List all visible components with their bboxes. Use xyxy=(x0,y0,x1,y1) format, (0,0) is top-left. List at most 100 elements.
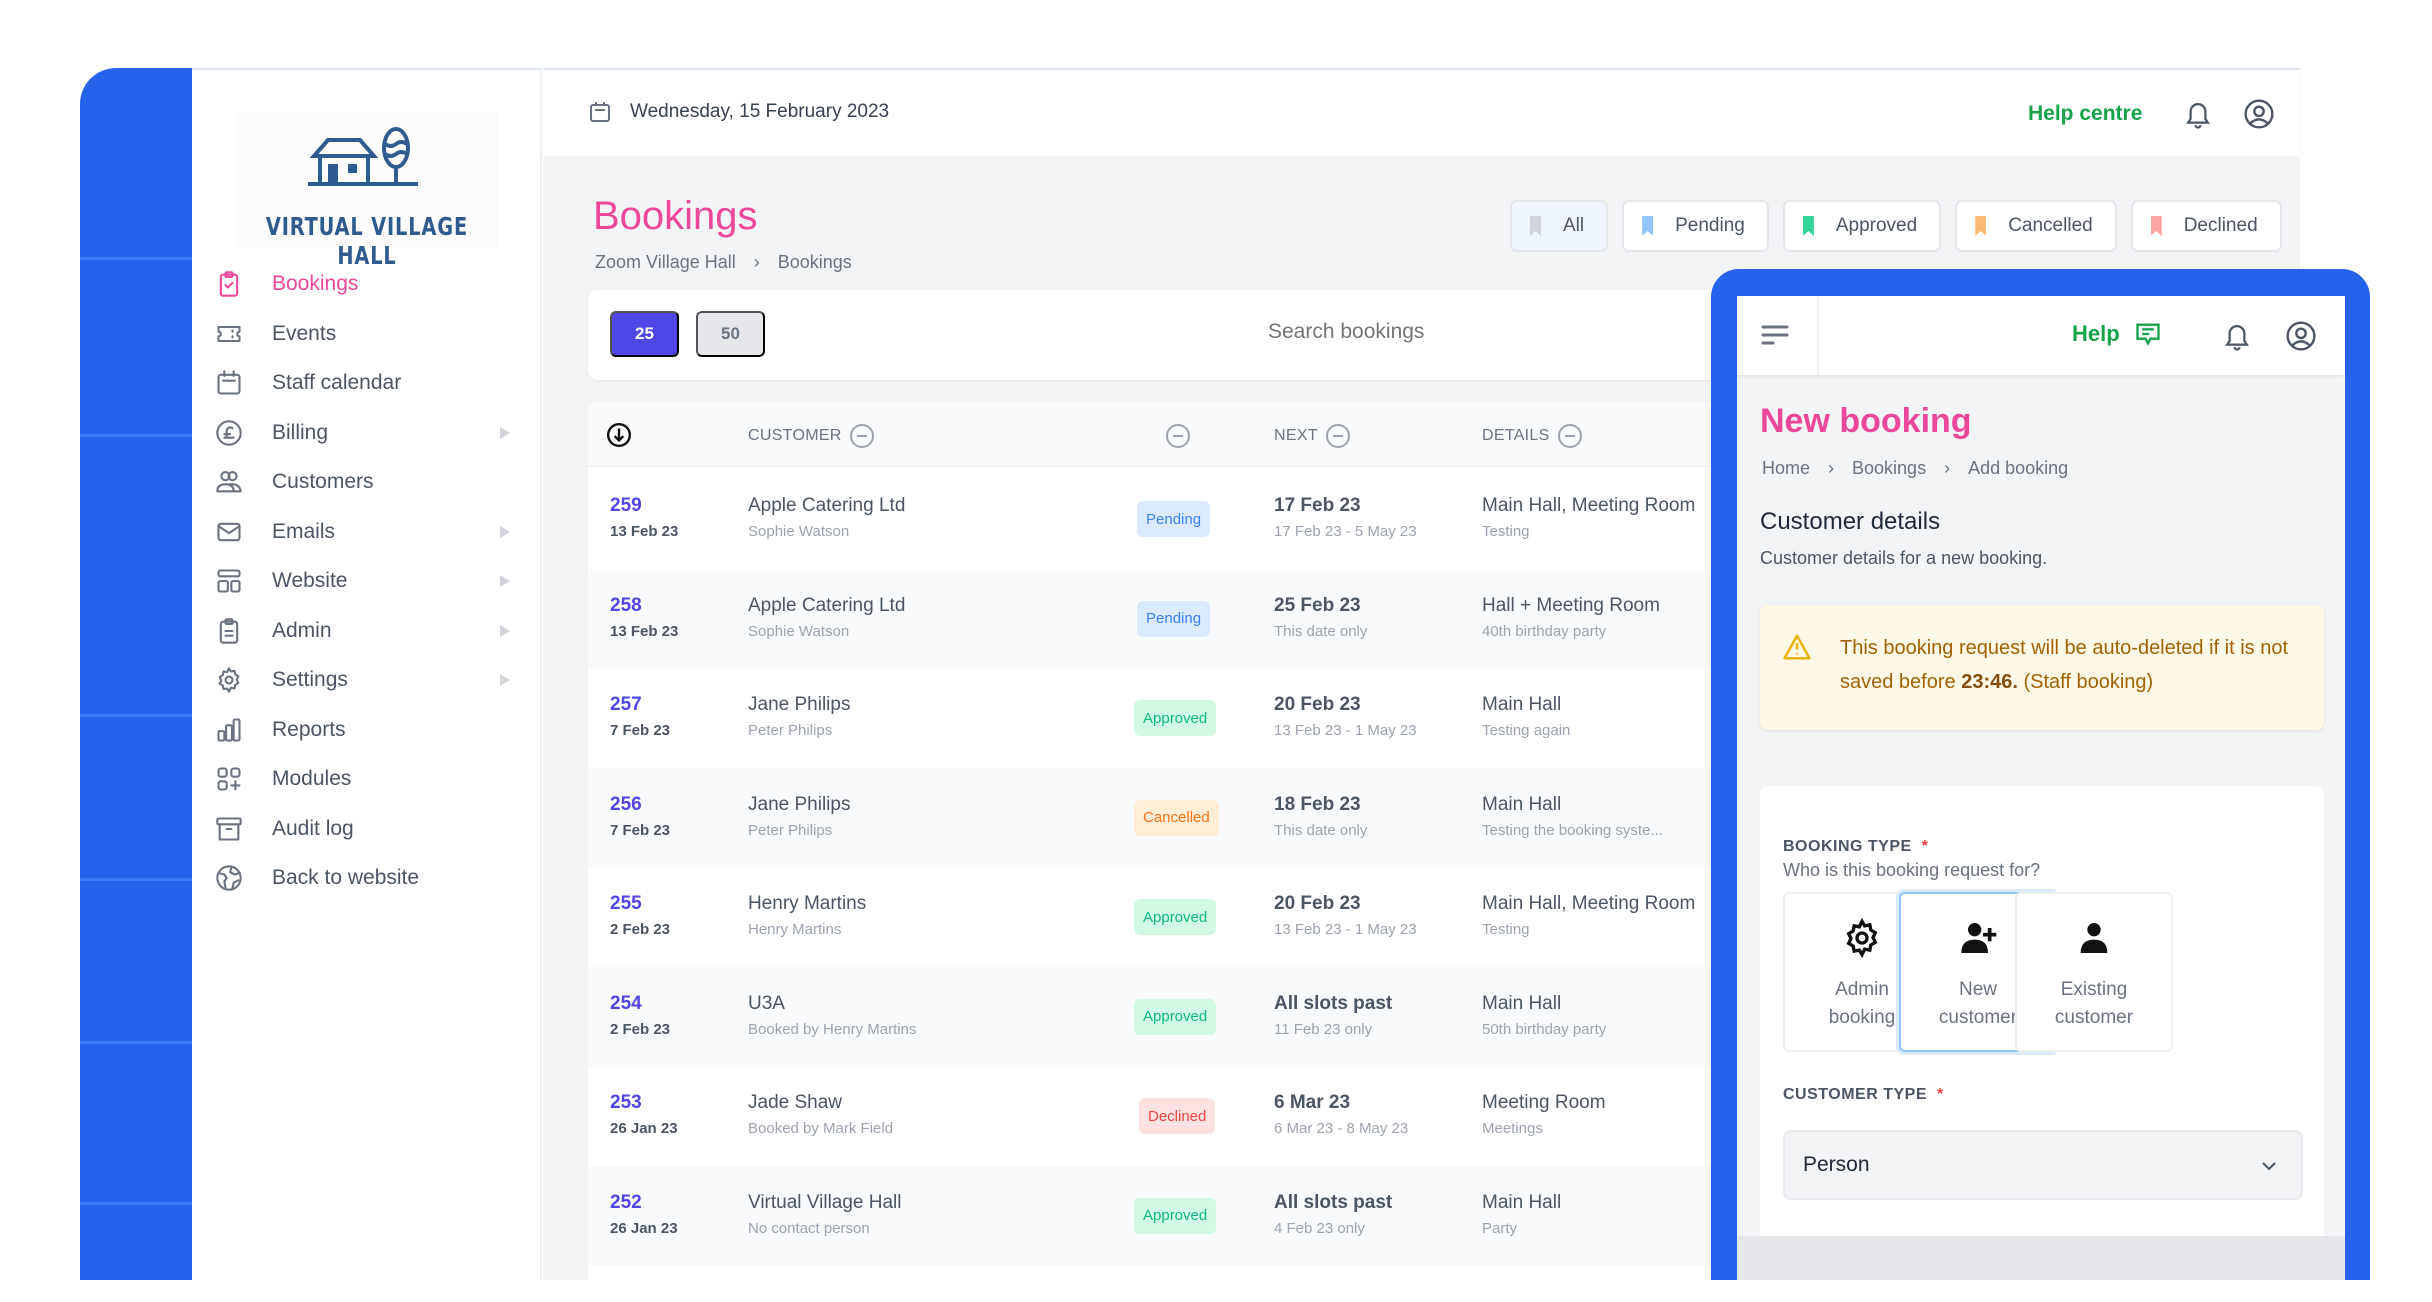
collapse-column-icon[interactable] xyxy=(1325,424,1350,448)
filter-all-button[interactable]: All xyxy=(1510,200,1609,252)
bookmark-icon xyxy=(1975,216,1987,236)
table-row[interactable]: 258 13 Feb 23 Apple Catering Ltd Sophie Wat… xyxy=(588,568,1788,669)
column-header-status[interactable] xyxy=(1166,424,1190,448)
sidebar-item-customers[interactable]: Customers xyxy=(214,461,524,503)
sidebar-item-admin[interactable]: Admin xyxy=(214,610,524,652)
status-badge: Pending xyxy=(1137,501,1211,537)
customer-type-label: CUSTOMER TYPE * xyxy=(1783,1086,1944,1103)
date-range: This date only xyxy=(1274,821,1368,839)
page-title: Bookings xyxy=(593,194,758,238)
date-range: 4 Feb 23 only xyxy=(1274,1219,1365,1237)
frame-divider xyxy=(80,434,192,437)
filter-cancelled-button[interactable]: Cancelled xyxy=(1955,200,2117,252)
breadcrumb-item[interactable]: Bookings xyxy=(1852,458,1926,479)
booking-rooms: Main Hall xyxy=(1482,793,1562,815)
bookmark-icon xyxy=(2150,216,2162,236)
search-card: 25 50 xyxy=(588,290,1788,380)
user-account-icon[interactable] xyxy=(2285,320,2317,352)
booking-id-link[interactable]: 253 xyxy=(610,1092,642,1114)
help-link[interactable]: Help xyxy=(2072,320,2162,348)
collapse-column-icon[interactable] xyxy=(1166,424,1190,448)
sidebar-item-audit-log[interactable]: Audit log xyxy=(214,808,524,850)
menu-icon[interactable] xyxy=(1761,324,1789,346)
sidebar-item-label: Bookings xyxy=(272,272,359,295)
table-row[interactable]: 257 7 Feb 23 Jane Philips Peter Philips Appr… xyxy=(588,668,1788,768)
breadcrumb: Zoom Village Hall › Bookings xyxy=(595,252,852,273)
sidebar-item-label: Billing xyxy=(272,420,329,444)
breadcrumb-item[interactable]: Zoom Village Hall xyxy=(595,252,736,273)
pound-coin-icon xyxy=(214,418,244,448)
customer-name: Jane Philips xyxy=(748,694,851,715)
next-date: 20 Feb 23 xyxy=(1274,893,1361,914)
customer-contact: Peter Philips xyxy=(748,722,833,739)
breadcrumb-separator-icon: › xyxy=(753,252,760,272)
column-header-customer[interactable]: CUSTOMER xyxy=(748,424,874,448)
filter-approved-button[interactable]: Approved xyxy=(1782,200,1942,252)
breadcrumb-item[interactable]: Bookings xyxy=(778,252,852,273)
booking-id-link[interactable]: 256 xyxy=(610,794,642,816)
clipboard-list-icon xyxy=(214,616,244,646)
customer-contact: Peter Philips xyxy=(748,821,833,839)
booking-note: Testing again xyxy=(1482,722,1571,739)
sidebar-item-emails[interactable]: Emails xyxy=(214,511,524,553)
sidebar-item-bookings[interactable]: Bookings xyxy=(214,263,524,305)
column-header-next[interactable]: NEXT xyxy=(1274,424,1350,448)
sidebar-item-settings[interactable]: Settings xyxy=(214,659,524,701)
table-header: CUSTOMER NEXT DETAILS xyxy=(588,402,1788,467)
sidebar-item-events[interactable]: Events xyxy=(214,313,524,355)
customer-type-select[interactable]: Person xyxy=(1783,1130,2303,1200)
search-bookings-input[interactable] xyxy=(1268,320,1568,344)
booking-id-link[interactable]: 259 xyxy=(610,495,642,517)
customer-name: U3A xyxy=(748,992,785,1014)
sidebar-item-reports[interactable]: Reports xyxy=(214,709,524,751)
frame-divider xyxy=(80,1202,192,1205)
table-row[interactable]: 255 2 Feb 23 Henry Martins Henry Martins App… xyxy=(588,867,1788,967)
booking-note: Testing xyxy=(1482,921,1530,938)
filter-declined-button[interactable]: Declined xyxy=(2130,200,2282,252)
date-range: 13 Feb 23 - 1 May 23 xyxy=(1274,722,1417,739)
breadcrumb-item[interactable]: Home xyxy=(1762,458,1810,479)
bell-icon[interactable] xyxy=(2222,320,2252,352)
customer-contact: Sophie Watson xyxy=(748,622,850,640)
table-row[interactable]: 256 7 Feb 23 Jane Philips Peter Philips Canc… xyxy=(588,767,1788,868)
sidebar-item-billing[interactable]: Billing xyxy=(214,412,524,454)
help-centre-link[interactable]: Help centre xyxy=(2028,102,2142,126)
collapse-column-icon[interactable] xyxy=(849,424,874,448)
filter-pending-button[interactable]: Pending xyxy=(1622,200,1769,252)
bell-icon[interactable] xyxy=(2183,98,2213,130)
booking-created-date: 2 Feb 23 xyxy=(610,1020,671,1038)
sort-descending-icon[interactable] xyxy=(606,422,632,448)
table-row[interactable]: 252 26 Jan 23 Virtual Village Hall No conta… xyxy=(588,1165,1788,1266)
booking-created-date: 26 Jan 23 xyxy=(610,1120,678,1137)
sidebar-item-website[interactable]: Website xyxy=(214,560,524,602)
page-size-50-button[interactable]: 50 xyxy=(696,311,765,357)
table-row[interactable]: 253 26 Jan 23 Jade Shaw Booked by Mark Fiel… xyxy=(588,1066,1788,1166)
decorative-blue-frame xyxy=(80,68,192,1280)
booking-id-link[interactable]: 254 xyxy=(610,993,642,1015)
booking-id-link[interactable]: 258 xyxy=(610,595,642,617)
sidebar-item-back-to-website[interactable]: Back to website xyxy=(214,857,524,899)
table-row[interactable]: 259 13 Feb 23 Apple Catering Ltd Sophie Wat… xyxy=(588,469,1788,569)
clipboard-check-icon xyxy=(214,269,244,299)
page-size-25-button[interactable]: 25 xyxy=(610,311,679,357)
customer-name: Jane Philips xyxy=(748,793,851,815)
submenu-arrow-icon xyxy=(500,624,510,637)
current-date: Wednesday, 15 February 2023 xyxy=(588,100,889,124)
column-header-details[interactable]: DETAILS xyxy=(1482,424,1582,448)
sidebar-item-label: Back to website xyxy=(272,866,420,889)
sidebar-item-label: Modules xyxy=(272,767,352,790)
sidebar-item-staff-calendar[interactable]: Staff calendar xyxy=(214,362,524,404)
booking-id-link[interactable]: 252 xyxy=(610,1192,642,1214)
status-badge: Approved xyxy=(1134,700,1217,736)
collapse-column-icon[interactable] xyxy=(1557,424,1582,448)
sidebar-item-label: Admin xyxy=(272,618,332,642)
booking-id-link[interactable]: 257 xyxy=(610,694,642,716)
booking-id-link[interactable]: 255 xyxy=(610,893,642,915)
date-range: 6 Mar 23 - 8 May 23 xyxy=(1274,1120,1409,1137)
user-account-icon[interactable] xyxy=(2243,98,2275,130)
gear-icon xyxy=(1846,918,1878,958)
table-row[interactable]: 254 2 Feb 23 U3A Booked by Henry Martins App… xyxy=(588,966,1788,1067)
booking-type-existing-customer-option[interactable]: Existing customer xyxy=(2015,892,2173,1052)
sidebar-item-modules[interactable]: Modules xyxy=(214,758,524,800)
logo[interactable]: VIRTUAL VILLAGE HALL xyxy=(236,112,498,270)
